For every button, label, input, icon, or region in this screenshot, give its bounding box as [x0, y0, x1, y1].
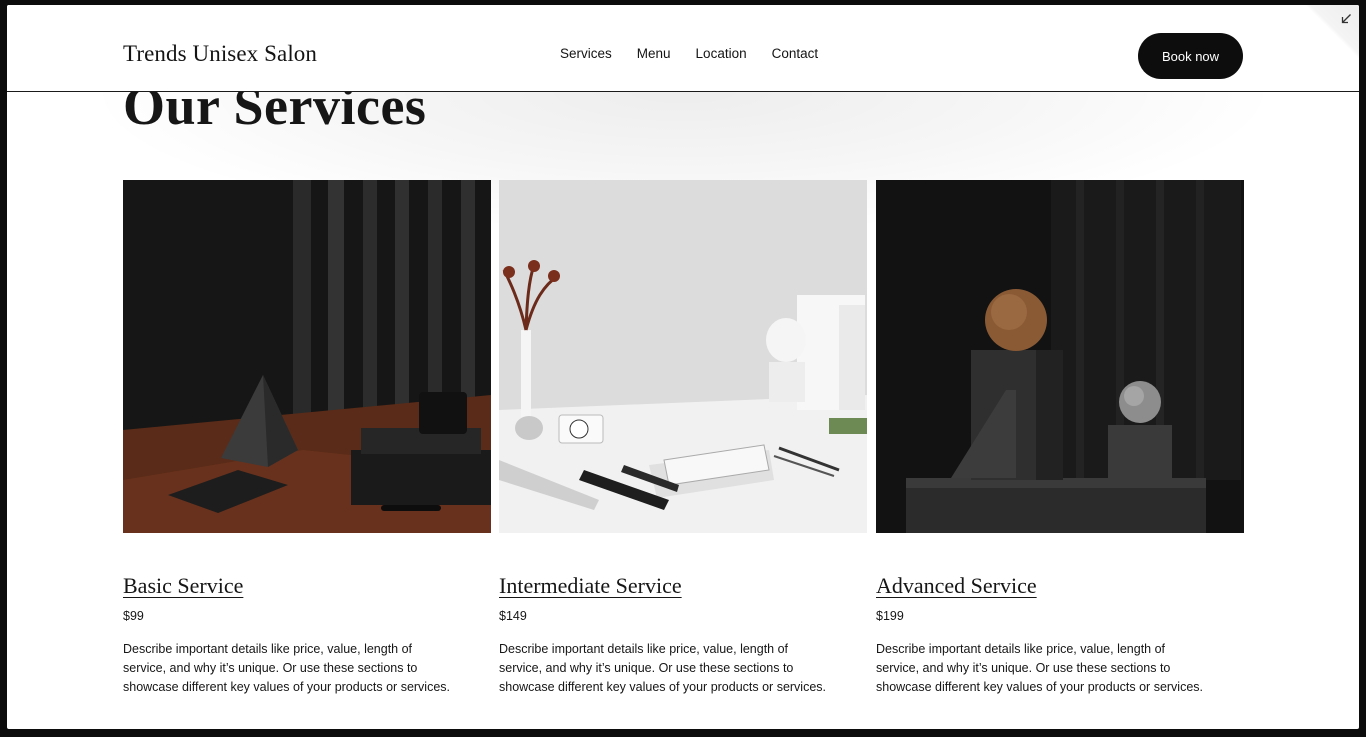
service-title-basic[interactable]: Basic Service — [123, 573, 243, 599]
service-title-intermediate[interactable]: Intermediate Service — [499, 573, 682, 599]
main-nav: Services Menu Location Contact — [560, 46, 843, 61]
service-price-intermediate: $149 — [499, 609, 527, 623]
service-image-basic — [123, 180, 491, 533]
service-title-advanced[interactable]: Advanced Service — [876, 573, 1037, 599]
nav-link-contact[interactable]: Contact — [772, 46, 819, 61]
nav-link-menu[interactable]: Menu — [637, 46, 671, 61]
service-description-advanced: Describe important details like price, v… — [876, 642, 1204, 694]
service-image-advanced — [876, 180, 1244, 533]
site-header: Trends Unisex Salon Services Menu Locati… — [7, 5, 1359, 92]
service-image-intermediate — [499, 180, 867, 533]
service-description-intermediate: Describe important details like price, v… — [499, 642, 827, 694]
service-description-basic: Describe important details like price, v… — [123, 642, 451, 694]
service-price-basic: $99 — [123, 609, 144, 623]
collapse-arrow-icon — [1341, 14, 1351, 24]
browser-viewport: Trends Unisex Salon Services Menu Locati… — [7, 5, 1359, 729]
collapse-corner-button[interactable] — [1305, 5, 1359, 59]
nav-link-location[interactable]: Location — [696, 46, 747, 61]
nav-link-services[interactable]: Services — [560, 46, 612, 61]
book-now-button[interactable]: Book now — [1138, 33, 1243, 79]
site-brand[interactable]: Trends Unisex Salon — [123, 41, 317, 67]
service-price-advanced: $199 — [876, 609, 904, 623]
